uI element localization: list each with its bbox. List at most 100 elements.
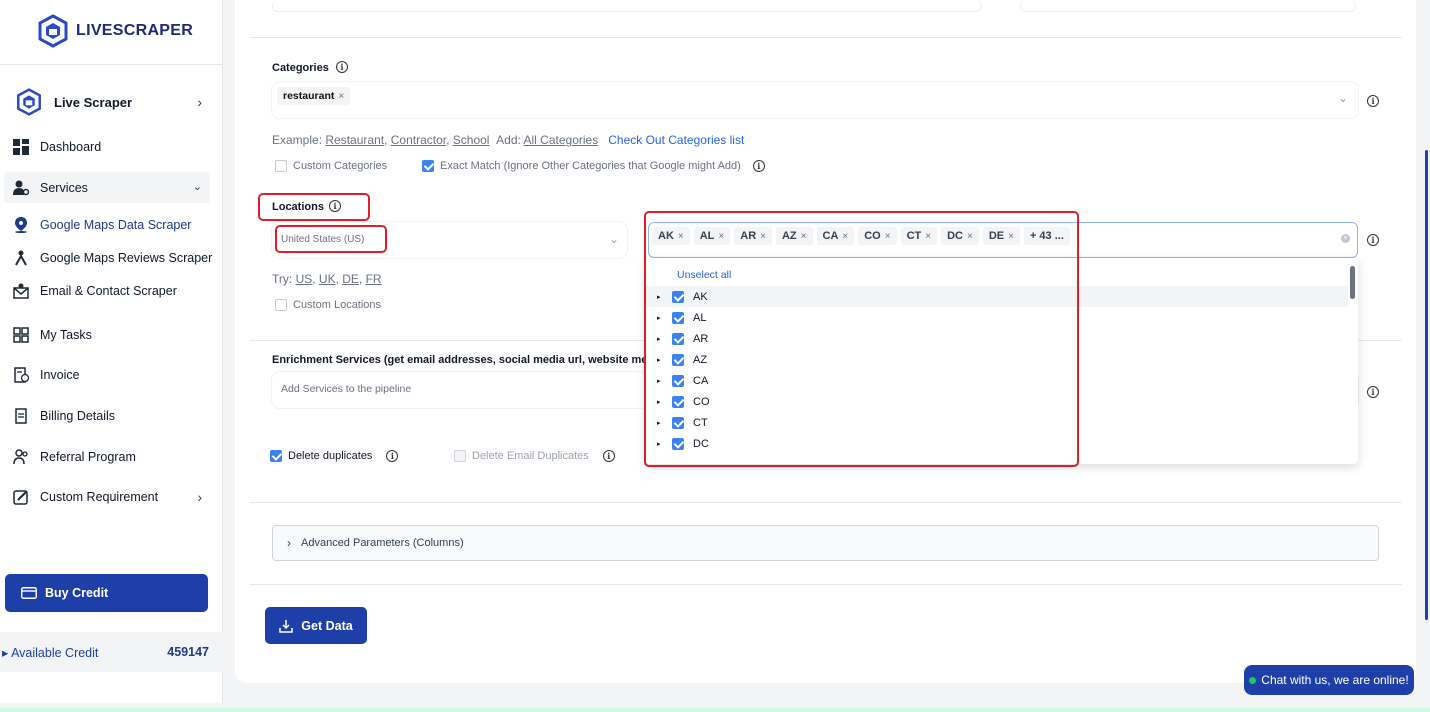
sidebar-divider — [0, 64, 223, 65]
sidebar-item-billing[interactable]: Billing Details — [12, 407, 115, 425]
logo-icon — [38, 14, 68, 48]
info-icon[interactable]: i — [602, 450, 615, 462]
available-credit: ▸ Available Credit 459147 — [0, 632, 223, 672]
chevron-down-icon[interactable]: ⌄ — [193, 180, 202, 193]
info-icon[interactable]: i — [1367, 234, 1379, 246]
try-link[interactable]: UK — [319, 272, 336, 286]
chevron-right-icon: › — [287, 536, 291, 550]
category-chip[interactable]: restaurant × — [277, 87, 351, 105]
sidebar-item-my-tasks[interactable]: My Tasks — [12, 326, 92, 344]
custom-locations-checkbox[interactable] — [275, 299, 287, 311]
example-link[interactable]: School — [453, 133, 490, 147]
exact-match-option[interactable]: Exact Match (Ignore Other Categories tha… — [422, 160, 765, 172]
bottom-strip — [0, 708, 1430, 712]
delete-email-duplicates-checkbox[interactable] — [454, 450, 466, 462]
sidebar-item-google-maps-reviews[interactable]: Google Maps Reviews Scraper — [12, 249, 212, 267]
map-pin-icon — [12, 216, 30, 234]
categories-select[interactable]: restaurant × ⌄ — [272, 82, 1358, 118]
sidebar-item-label: Services — [40, 181, 88, 195]
custom-locations-option[interactable]: Custom Locations — [275, 299, 381, 311]
exact-match-label: Exact Match (Ignore Other Categories tha… — [440, 160, 741, 172]
info-icon[interactable]: i — [752, 160, 765, 172]
reviews-icon — [12, 249, 30, 267]
all-categories-link[interactable]: All Categories — [524, 133, 599, 147]
page-scrollbar[interactable] — [1425, 150, 1428, 620]
sidebar-item-email-contact[interactable]: Email & Contact Scraper — [12, 282, 177, 300]
clear-icon[interactable]: × — [1341, 234, 1350, 243]
custom-locations-label: Custom Locations — [293, 299, 382, 311]
sidebar-item-label: Dashboard — [40, 140, 102, 154]
highlight-box — [644, 211, 1079, 467]
top-field-right[interactable] — [1020, 0, 1356, 12]
sidebar-item-custom-requirement[interactable]: Custom Requirement — [12, 488, 158, 506]
product-name: Live Scraper — [54, 94, 133, 110]
sidebar-item-google-maps-data[interactable]: Google Maps Data Scraper — [12, 216, 191, 234]
section-divider — [250, 584, 1402, 585]
example-link[interactable]: Contractor — [391, 133, 446, 147]
chevron-right-icon[interactable]: › — [197, 94, 202, 110]
sidebar-item-services[interactable]: Services — [12, 179, 88, 197]
custom-icon — [12, 488, 30, 506]
delete-email-duplicates-label: Delete Email Duplicates — [472, 450, 589, 462]
chevron-down-icon[interactable]: ⌄ — [609, 232, 619, 246]
chat-label: Chat with us, we are online! — [1261, 673, 1409, 687]
section-divider — [250, 37, 1402, 38]
sidebar-item-invoice[interactable]: Invoice — [12, 366, 80, 384]
sidebar-item-label: Invoice — [40, 368, 80, 382]
product-switcher[interactable]: Live Scraper — [14, 88, 132, 116]
dropdown-scrollbar[interactable] — [1350, 266, 1355, 299]
top-field-left[interactable] — [272, 0, 982, 12]
info-icon[interactable]: i — [336, 61, 348, 73]
logo[interactable]: LIVESCRAPER — [36, 14, 193, 48]
custom-categories-label: Custom Categories — [293, 160, 388, 172]
sidebar: LIVESCRAPER Live Scraper › Dashboard Ser… — [0, 0, 223, 703]
highlight-box — [258, 193, 370, 221]
buy-credit-button[interactable]: Buy Credit — [5, 574, 208, 612]
download-icon — [279, 619, 294, 633]
info-icon[interactable]: i — [1367, 386, 1379, 398]
section-divider — [250, 502, 1402, 503]
credit-card-icon — [21, 587, 37, 599]
custom-categories-option[interactable]: Custom Categories — [275, 160, 387, 172]
tasks-icon — [12, 326, 30, 344]
delete-duplicates-label: Delete duplicates — [288, 450, 373, 462]
referral-icon — [12, 448, 30, 466]
info-icon[interactable]: i — [386, 450, 399, 462]
sidebar-item-label: Google Maps Data Scraper — [40, 218, 192, 232]
available-credit-label: ▸ Available Credit — [2, 645, 99, 660]
advanced-parameters-toggle[interactable]: › Advanced Parameters (Columns) — [272, 525, 1379, 561]
invoice-icon — [12, 366, 30, 384]
delete-duplicates-checkbox[interactable] — [270, 450, 282, 462]
logo-text: LIVESCRAPER — [76, 22, 194, 39]
sidebar-item-referral[interactable]: Referral Program — [12, 448, 136, 466]
enrichment-placeholder: Add Services to the pipeline — [281, 383, 412, 395]
online-status-icon — [1249, 676, 1257, 684]
categories-label: Categories — [272, 62, 329, 74]
chat-button[interactable]: Chat with us, we are online! — [1244, 665, 1414, 695]
delete-duplicates-option[interactable]: Delete duplicates i — [270, 450, 399, 462]
advanced-parameters-label: Advanced Parameters (Columns) — [301, 537, 464, 549]
try-prefix: Try: — [272, 272, 293, 286]
try-link[interactable]: FR — [366, 272, 382, 286]
example-link[interactable]: Restaurant — [325, 133, 384, 147]
chevron-right-icon[interactable]: › — [197, 489, 202, 505]
get-data-button[interactable]: Get Data — [265, 607, 367, 644]
exact-match-checkbox[interactable] — [422, 160, 434, 172]
chevron-down-icon[interactable]: ⌄ — [1338, 91, 1348, 105]
delete-email-duplicates-option[interactable]: Delete Email Duplicates i — [454, 450, 615, 462]
product-logo-icon — [17, 88, 41, 116]
custom-categories-checkbox[interactable] — [275, 160, 287, 172]
sidebar-item-label: Custom Requirement — [40, 490, 159, 504]
sidebar-item-dashboard[interactable]: Dashboard — [12, 138, 101, 156]
add-prefix: Add: — [496, 133, 521, 147]
try-link[interactable]: DE — [342, 272, 359, 286]
highlight-box — [275, 225, 387, 253]
sidebar-item-label: Billing Details — [40, 409, 116, 423]
billing-icon — [12, 407, 30, 425]
remove-chip-icon[interactable]: × — [338, 91, 344, 102]
services-icon — [12, 179, 30, 197]
categories-list-link[interactable]: Check Out Categories list — [608, 133, 744, 147]
info-icon[interactable]: i — [1367, 95, 1379, 107]
sidebar-item-label: Email & Contact Scraper — [40, 284, 177, 298]
try-link[interactable]: US — [296, 272, 313, 286]
